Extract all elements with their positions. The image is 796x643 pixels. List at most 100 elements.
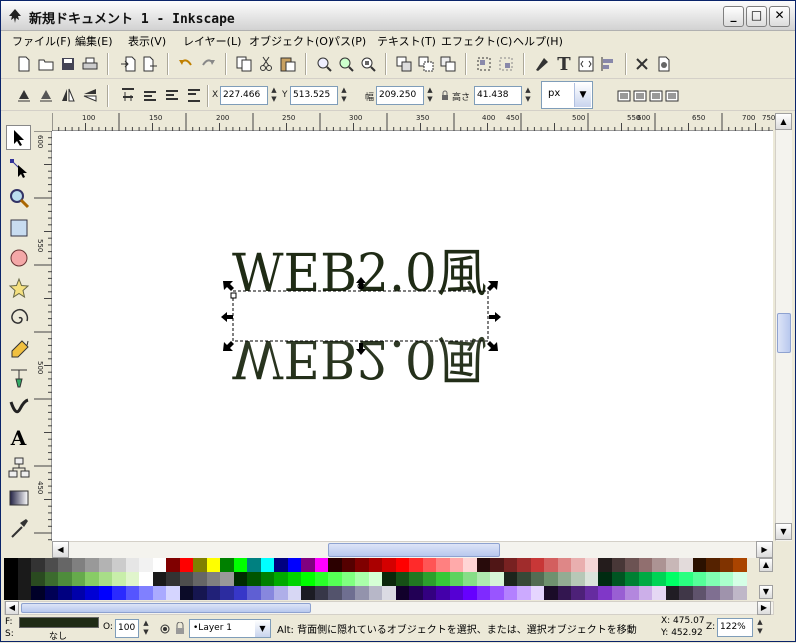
palette-swatch[interactable] (571, 558, 585, 572)
rectangle-tool[interactable] (6, 215, 31, 240)
palette-swatch[interactable] (71, 558, 85, 572)
palette-swatch[interactable] (139, 572, 153, 586)
horizontal-ruler[interactable]: 100 150 200 250 300 350 400 450 500 550 … (52, 113, 775, 131)
palette-swatch[interactable] (598, 572, 612, 586)
palette-swatch[interactable] (395, 558, 409, 572)
palette-swatch[interactable] (220, 558, 234, 572)
palette-swatch[interactable] (98, 586, 112, 600)
palette-swatch[interactable] (328, 572, 342, 586)
palette-swatch[interactable] (139, 558, 153, 572)
x-field[interactable]: 227.466 (220, 86, 268, 105)
maximize-button[interactable]: □ (746, 6, 767, 27)
palette-swatch[interactable] (530, 558, 544, 572)
palette-swatch[interactable] (611, 586, 625, 600)
palette-swatch[interactable] (422, 586, 436, 600)
redo-icon[interactable] (199, 55, 217, 73)
palette-swatch[interactable] (220, 572, 234, 586)
palette-swatch[interactable] (58, 586, 72, 600)
drawing-canvas[interactable]: WEB2.0風 WEB2.0風 (52, 131, 773, 541)
title-bar[interactable]: 新規ドキュメント 1 - Inkscape _ □ ✕ (1, 1, 795, 31)
reflected-text[interactable]: WEB2.0風 (232, 328, 487, 388)
lock-icon[interactable] (441, 90, 449, 101)
calligraphy-tool[interactable] (6, 395, 31, 420)
palette-swatch[interactable] (260, 586, 274, 600)
palette-swatch[interactable] (517, 586, 531, 600)
scroll-right-icon[interactable]: ▶ (756, 541, 773, 558)
palette-swatch[interactable] (598, 558, 612, 572)
palette-swatch[interactable] (625, 586, 639, 600)
stroke-value[interactable]: なし (49, 629, 67, 642)
palette-swatch[interactable] (368, 586, 382, 600)
palette-swatch[interactable] (368, 558, 382, 572)
palette-swatch[interactable] (17, 558, 31, 572)
horizontal-scroll-thumb[interactable] (328, 543, 500, 557)
palette-swatch[interactable] (31, 572, 45, 586)
unit-select[interactable]: px ▼ (541, 81, 593, 109)
palette-swatch[interactable] (422, 558, 436, 572)
palette-swatch[interactable] (382, 572, 396, 586)
palette-swatch[interactable] (544, 572, 558, 586)
palette-swatch[interactable] (301, 558, 315, 572)
palette-swatch[interactable] (503, 586, 517, 600)
palette-swatch[interactable] (395, 586, 409, 600)
palette-swatch[interactable] (112, 586, 126, 600)
palette-swatch[interactable] (355, 572, 369, 586)
chevron-down-icon[interactable]: ▼ (255, 620, 270, 637)
palette-swatch[interactable] (233, 586, 247, 600)
lower-to-bottom-icon[interactable] (185, 86, 203, 104)
menu-help[interactable]: ヘルプ(H) (513, 33, 563, 49)
palette-swatch[interactable] (355, 586, 369, 600)
palette-swatch[interactable] (71, 586, 85, 600)
xml-editor-icon[interactable] (577, 55, 595, 73)
palette-swatch[interactable] (112, 558, 126, 572)
menu-file[interactable]: ファイル(F) (12, 33, 71, 49)
palette-swatch[interactable] (368, 572, 382, 586)
palette-swatch[interactable] (692, 586, 706, 600)
palette-swatch[interactable] (490, 558, 504, 572)
palette-swatch[interactable] (436, 572, 450, 586)
scroll-up-icon[interactable]: ▲ (775, 113, 792, 130)
palette-scrollbar[interactable]: ◀ ▶ (4, 601, 774, 615)
chevron-down-icon[interactable]: ▼ (574, 83, 591, 107)
vertical-scrollbar[interactable]: ▲ ▼ (775, 113, 792, 541)
palette-swatch[interactable] (152, 558, 166, 572)
palette-swatch[interactable] (206, 558, 220, 572)
palette-scroll-thumb[interactable] (21, 603, 311, 613)
width-field[interactable]: 209.250 (376, 86, 424, 105)
palette-swatch[interactable] (706, 572, 720, 586)
palette-swatch[interactable] (463, 586, 477, 600)
palette-swatch[interactable] (571, 572, 585, 586)
palette-swatch[interactable] (17, 572, 31, 586)
import-icon[interactable] (119, 55, 137, 73)
palette-swatch[interactable] (193, 586, 207, 600)
palette-swatch[interactable] (328, 586, 342, 600)
opacity-spinner[interactable]: ▲ ▼ (141, 619, 151, 638)
palette-swatch[interactable] (530, 572, 544, 586)
palette-swatch[interactable] (85, 572, 99, 586)
open-icon[interactable] (37, 55, 55, 73)
zoom-selection-icon[interactable] (315, 55, 333, 73)
palette-swatch[interactable] (341, 572, 355, 586)
palette-swatch[interactable] (706, 586, 720, 600)
palette-down-icon[interactable]: ▼ (759, 585, 773, 599)
palette-swatch[interactable] (476, 586, 490, 600)
palette-swatch[interactable] (679, 572, 693, 586)
selector-tool[interactable] (6, 125, 31, 150)
palette-swatch[interactable] (260, 558, 274, 572)
palette-swatch[interactable] (206, 572, 220, 586)
palette-swatch[interactable] (517, 572, 531, 586)
scroll-down-icon[interactable]: ▼ (775, 523, 792, 540)
y-spinner[interactable]: ▲ ▼ (339, 86, 349, 105)
ellipse-tool[interactable] (6, 245, 31, 270)
text-tool[interactable]: A (6, 425, 31, 450)
palette-scroll-left-icon[interactable]: ◀ (5, 601, 19, 615)
dropper-tool[interactable] (6, 515, 31, 540)
palette-swatch[interactable] (422, 572, 436, 586)
transform-pattern-icon[interactable] (663, 87, 681, 105)
palette-swatch[interactable] (247, 558, 261, 572)
raise-icon[interactable] (141, 86, 159, 104)
palette-swatch[interactable] (584, 586, 598, 600)
palette-swatch[interactable] (98, 572, 112, 586)
palette-swatch[interactable] (436, 558, 450, 572)
palette-swatch[interactable] (436, 586, 450, 600)
